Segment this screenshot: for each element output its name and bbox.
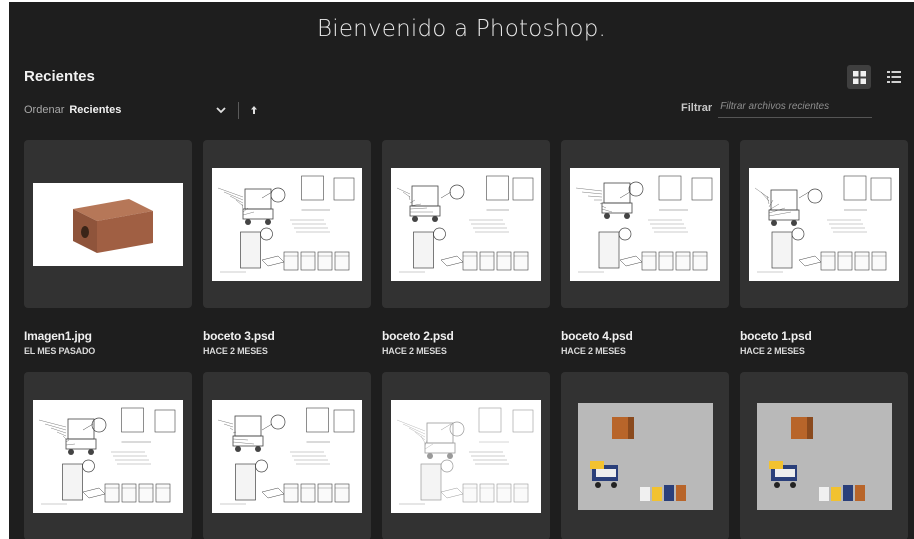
file-name: boceto 1.psd (740, 329, 812, 343)
filter-bar: Filtrar (681, 98, 873, 118)
file-thumbnail[interactable] (203, 372, 371, 539)
file-card[interactable]: boceto 2.psd HACE 2 MESES (382, 140, 550, 356)
file-thumbnail[interactable] (24, 372, 192, 539)
file-name: boceto 3.psd (203, 329, 275, 343)
file-date: EL MES PASADO (24, 346, 96, 356)
file-thumbnail[interactable] (203, 140, 371, 308)
sketch-thumbnail (391, 167, 541, 281)
sketch-thumbnail (570, 167, 720, 281)
file-card[interactable]: boceto 1.psd HACE 2 MESES (740, 140, 908, 356)
grid-view-button[interactable] (847, 65, 871, 89)
photoshop-home-screen: Bienvenido a Photoshop. Recientes Ordena… (9, 2, 914, 539)
file-name: boceto 2.psd (382, 329, 454, 343)
sort-label: Ordenar (24, 104, 65, 116)
list-view-button[interactable] (882, 65, 906, 89)
file-card[interactable] (561, 372, 729, 539)
sort-dropdown-value[interactable]: Recientes (69, 104, 214, 116)
file-thumbnail[interactable] (561, 372, 729, 539)
file-thumbnail[interactable] (382, 140, 550, 308)
file-card[interactable] (740, 372, 908, 539)
sketch-thumbnail (212, 399, 362, 513)
file-thumbnail[interactable] (561, 140, 729, 308)
file-date: HACE 2 MESES (382, 346, 447, 356)
file-card[interactable] (24, 372, 192, 539)
section-title: Recientes (24, 68, 95, 85)
file-name: Imagen1.jpg (24, 329, 92, 343)
filter-label: Filtrar (681, 102, 713, 114)
file-thumbnail[interactable] (24, 140, 192, 308)
file-card[interactable]: Imagen1.jpg EL MES PASADO (24, 140, 192, 356)
file-date: HACE 2 MESES (561, 346, 626, 356)
file-thumbnail[interactable] (382, 372, 550, 539)
divider (238, 101, 240, 119)
product-render-thumbnail (756, 402, 892, 510)
welcome-title: Bienvenido a Photoshop. (316, 16, 607, 42)
grid-view-icon (852, 70, 866, 84)
box-render-thumbnail (33, 182, 183, 266)
sort-direction-arrow-up-icon[interactable] (249, 103, 259, 117)
file-date: HACE 2 MESES (740, 346, 805, 356)
sketch-thumbnail (33, 399, 183, 513)
file-card[interactable] (382, 372, 550, 539)
file-name: boceto 4.psd (561, 329, 633, 343)
sort-bar: Ordenar Recientes (24, 101, 259, 119)
file-thumbnail[interactable] (740, 140, 908, 308)
filter-input[interactable] (718, 98, 873, 118)
sketch-thumbnail (212, 167, 362, 281)
chevron-down-icon[interactable] (214, 103, 228, 117)
sketch-thumbnail (391, 399, 541, 513)
file-thumbnail[interactable] (740, 372, 908, 539)
product-render-thumbnail (577, 402, 713, 510)
file-card[interactable] (203, 372, 371, 539)
list-view-icon (887, 71, 901, 83)
sketch-thumbnail (749, 167, 899, 281)
file-card[interactable]: boceto 4.psd HACE 2 MESES (561, 140, 729, 356)
file-card[interactable]: boceto 3.psd HACE 2 MESES (203, 140, 371, 356)
file-date: HACE 2 MESES (203, 346, 268, 356)
